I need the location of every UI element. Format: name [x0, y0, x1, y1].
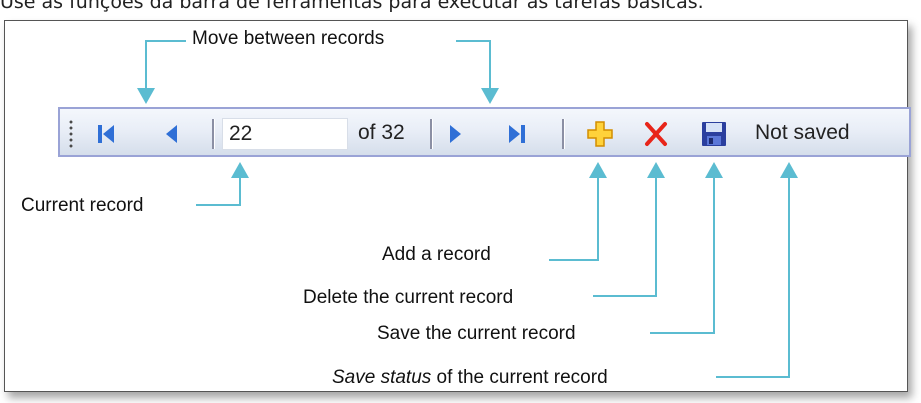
- arrowhead-move-right: [481, 88, 499, 104]
- plus-icon: [587, 121, 613, 147]
- next-record-button[interactable]: [440, 117, 472, 151]
- callout-save-record: Save the current record: [377, 323, 576, 344]
- last-record-button[interactable]: [500, 117, 532, 151]
- arrowhead-current-record: [231, 162, 249, 178]
- leader-save: [650, 173, 715, 334]
- previous-record-icon: [166, 125, 177, 143]
- toolbar-separator: [430, 119, 433, 149]
- add-record-button[interactable]: [584, 117, 616, 151]
- last-record-icon: [509, 125, 525, 143]
- arrowhead-add: [589, 162, 607, 178]
- callout-delete-record: Delete the current record: [303, 287, 514, 308]
- callout-add-record: Add a record: [382, 244, 491, 265]
- arrowhead-delete: [647, 162, 665, 178]
- record-navigation-toolbar: of 32 Not saved: [58, 107, 911, 157]
- callout-move-between-records: Move between records: [192, 28, 385, 49]
- callout-current-record: Current record: [21, 195, 144, 216]
- delete-record-button[interactable]: [640, 117, 672, 151]
- record-total-count: of 32: [358, 121, 405, 144]
- save-status-text: Not saved: [755, 121, 850, 144]
- next-record-icon: [450, 125, 461, 143]
- arrowhead-save-status: [780, 162, 798, 178]
- callout-save-status: Save status of the current record: [332, 367, 608, 389]
- callout-save-status-rest: of the current record: [431, 367, 608, 388]
- leader-save-status: [716, 173, 790, 378]
- first-record-button[interactable]: [92, 117, 124, 151]
- arrowhead-move-left: [137, 88, 155, 104]
- first-record-icon: [98, 125, 114, 143]
- floppy-disk-icon: [702, 122, 726, 146]
- leader-move-right: [456, 40, 491, 95]
- toolbar-grip-handle[interactable]: [69, 119, 73, 149]
- leader-delete: [593, 173, 657, 297]
- callout-save-status-italic: Save status: [332, 367, 432, 388]
- previous-record-button[interactable]: [156, 117, 188, 151]
- x-delete-icon: [645, 122, 667, 146]
- toolbar-separator: [212, 119, 215, 149]
- leader-move-left: [145, 40, 186, 95]
- arrowhead-save: [705, 162, 723, 178]
- toolbar-separator: [562, 119, 565, 149]
- leader-add: [549, 173, 599, 261]
- current-record-input[interactable]: [222, 118, 348, 150]
- save-record-button[interactable]: [698, 117, 730, 151]
